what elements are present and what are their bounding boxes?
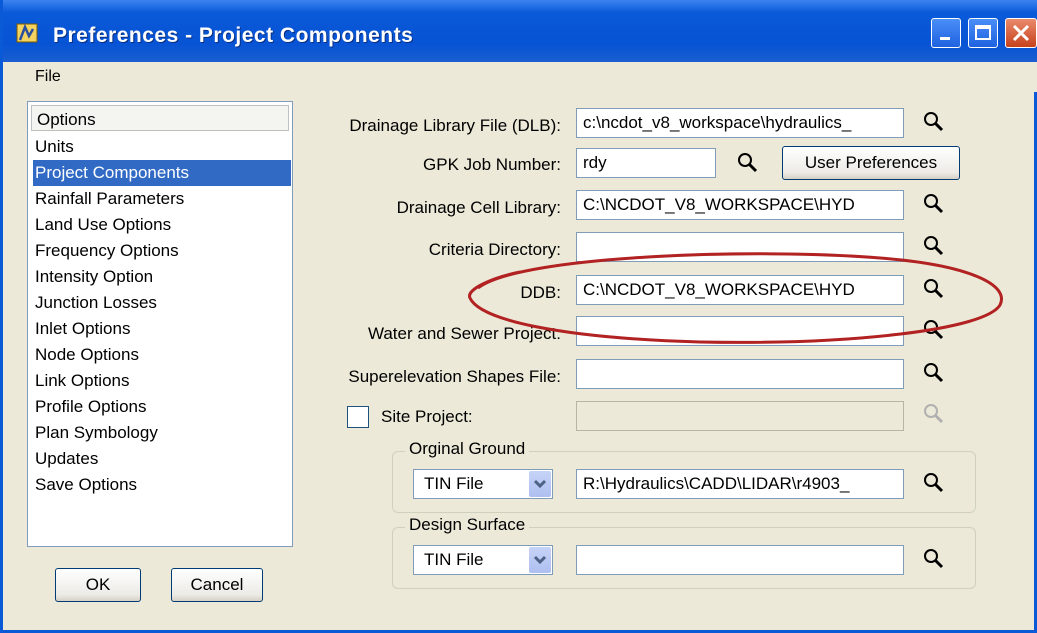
design-surface-dropdown-button[interactable] bbox=[529, 547, 551, 573]
original-ground-type-select[interactable]: TIN File bbox=[413, 469, 553, 499]
app-icon bbox=[16, 23, 38, 43]
cell-library-label: Drainage Cell Library: bbox=[396, 198, 561, 217]
list-item-intensity-option[interactable]: Intensity Option bbox=[33, 264, 291, 290]
design-surface-field[interactable] bbox=[576, 545, 904, 575]
water-sewer-browse-icon[interactable] bbox=[922, 318, 944, 340]
list-item-units[interactable]: Units bbox=[33, 134, 291, 160]
window-title: Preferences - Project Components bbox=[53, 24, 414, 47]
gpk-field[interactable]: rdy bbox=[576, 148, 716, 178]
list-item-land-use-options[interactable]: Land Use Options bbox=[33, 212, 291, 238]
list-item-junction-losses[interactable]: Junction Losses bbox=[33, 290, 291, 316]
list-item-updates[interactable]: Updates bbox=[33, 446, 291, 472]
menu-file-label: File bbox=[35, 68, 61, 85]
design-surface-title: Design Surface bbox=[405, 515, 530, 535]
superelevation-browse-icon[interactable] bbox=[922, 361, 944, 383]
list-item-project-components[interactable]: Project Components bbox=[33, 160, 291, 186]
site-project-checkbox[interactable] bbox=[347, 406, 369, 428]
cell-library-field[interactable]: C:\NCDOT_V8_WORKSPACE\HYD bbox=[576, 190, 904, 220]
cell-library-browse-icon[interactable] bbox=[922, 192, 944, 214]
preferences-window: Preferences - Project Components File Op… bbox=[0, 0, 1037, 633]
superelevation-field[interactable] bbox=[576, 359, 904, 389]
list-item-save-options[interactable]: Save Options bbox=[33, 472, 291, 498]
ok-button[interactable]: OK bbox=[55, 568, 141, 602]
original-ground-type-value: TIN File bbox=[424, 474, 484, 493]
original-ground-browse-icon[interactable] bbox=[922, 471, 944, 493]
original-ground-dropdown-button[interactable] bbox=[529, 471, 551, 497]
list-item-rainfall-parameters[interactable]: Rainfall Parameters bbox=[33, 186, 291, 212]
maximize-button[interactable] bbox=[968, 18, 998, 48]
close-icon bbox=[1012, 24, 1030, 42]
options-list[interactable]: Options Units Project Components Rainfal… bbox=[27, 101, 293, 547]
site-project-label: Site Project: bbox=[381, 407, 473, 426]
list-item-link-options[interactable]: Link Options bbox=[33, 368, 291, 394]
design-surface-type-select[interactable]: TIN File bbox=[413, 545, 553, 575]
ddb-label: DDB: bbox=[520, 283, 561, 302]
dlb-field[interactable]: c:\ncdot_v8_workspace\hydraulics_ bbox=[576, 108, 904, 138]
close-button[interactable] bbox=[1005, 18, 1037, 48]
superelevation-label: Superelevation Shapes File: bbox=[348, 367, 561, 386]
list-item-frequency-options[interactable]: Frequency Options bbox=[33, 238, 291, 264]
original-ground-title: Orginal Ground bbox=[405, 439, 530, 459]
gpk-label: GPK Job Number: bbox=[423, 155, 561, 174]
menu-bar bbox=[6, 62, 1037, 92]
chevron-down-icon bbox=[533, 479, 547, 489]
menu-file[interactable]: File bbox=[35, 68, 61, 86]
list-item-plan-symbology[interactable]: Plan Symbology bbox=[33, 420, 291, 446]
site-project-field bbox=[576, 401, 904, 431]
water-sewer-field[interactable] bbox=[576, 316, 904, 346]
design-surface-browse-icon[interactable] bbox=[922, 547, 944, 569]
ddb-browse-icon[interactable] bbox=[922, 277, 944, 299]
criteria-directory-label: Criteria Directory: bbox=[428, 240, 561, 259]
minimize-button[interactable] bbox=[931, 18, 961, 48]
cancel-button[interactable]: Cancel bbox=[171, 568, 263, 602]
dlb-label: Drainage Library File (DLB): bbox=[349, 116, 561, 135]
chevron-down-icon bbox=[533, 555, 547, 565]
minimize-icon bbox=[940, 37, 950, 40]
dlb-browse-icon[interactable] bbox=[922, 110, 944, 132]
options-list-header: Options bbox=[31, 105, 289, 131]
maximize-icon bbox=[975, 25, 991, 40]
design-surface-type-value: TIN File bbox=[424, 550, 484, 569]
original-ground-field[interactable]: R:\Hydraulics\CADD\LIDAR\r4903_ bbox=[576, 469, 904, 499]
ddb-field[interactable]: C:\NCDOT_V8_WORKSPACE\HYD bbox=[576, 275, 904, 305]
title-bar[interactable]: Preferences - Project Components bbox=[3, 0, 1037, 62]
user-preferences-button[interactable]: User Preferences bbox=[782, 146, 960, 180]
gpk-browse-icon[interactable] bbox=[736, 151, 758, 173]
list-item-node-options[interactable]: Node Options bbox=[33, 342, 291, 368]
list-item-profile-options[interactable]: Profile Options bbox=[33, 394, 291, 420]
site-project-browse-icon bbox=[924, 404, 944, 424]
criteria-directory-browse-icon[interactable] bbox=[922, 234, 944, 256]
list-item-inlet-options[interactable]: Inlet Options bbox=[33, 316, 291, 342]
water-sewer-label: Water and Sewer Project: bbox=[367, 324, 561, 343]
criteria-directory-field[interactable] bbox=[576, 232, 904, 262]
